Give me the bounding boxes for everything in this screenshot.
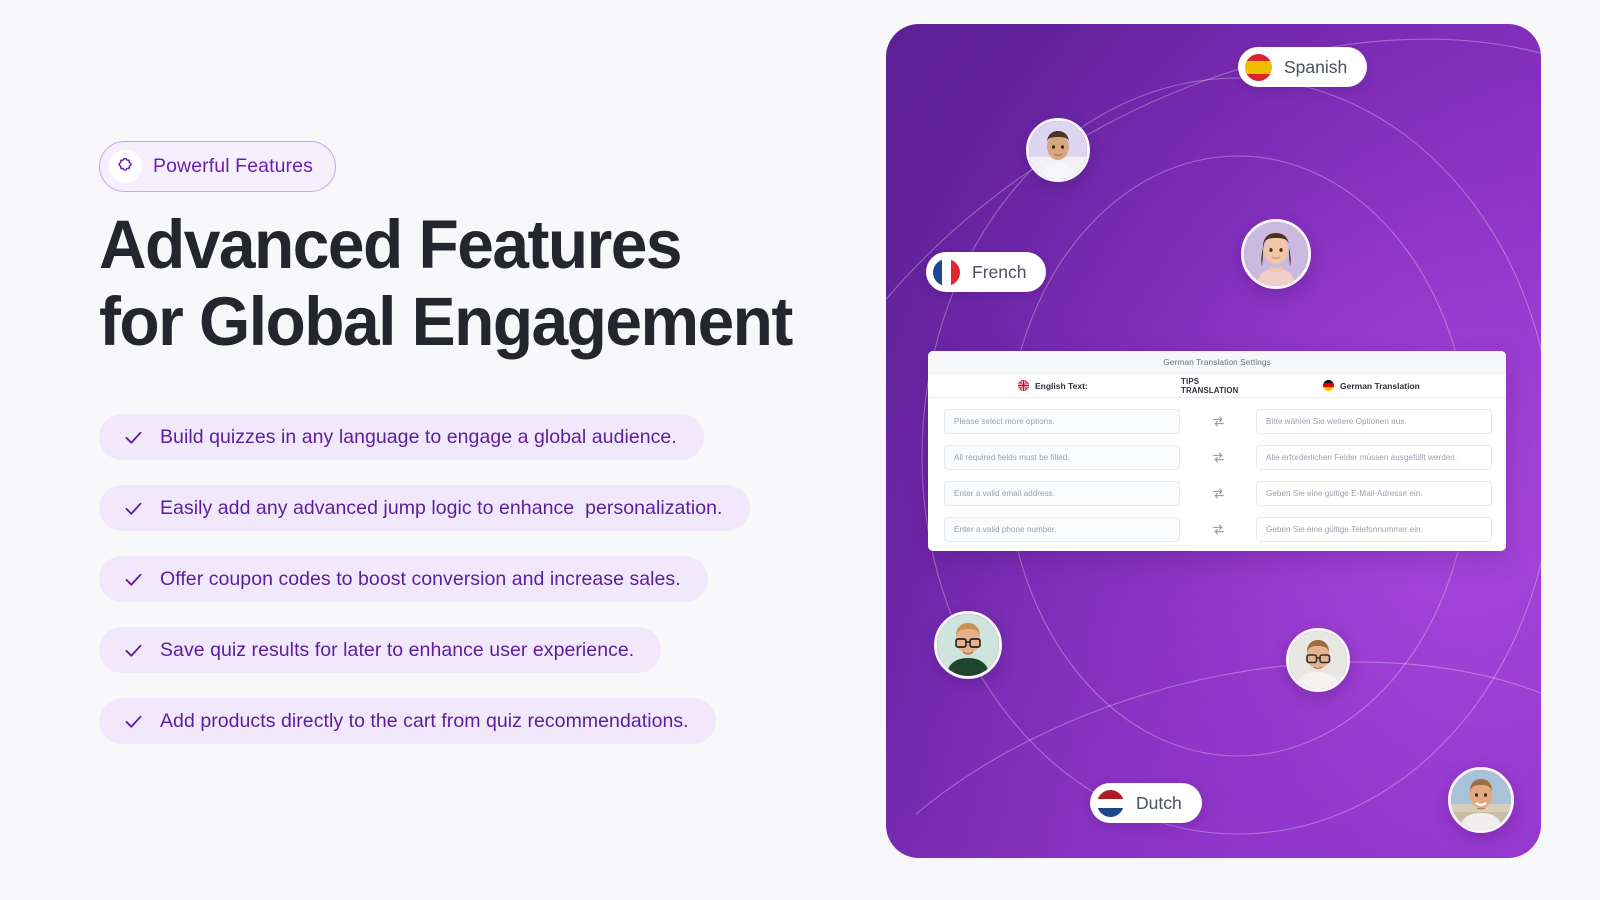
english-text-input[interactable]: Please select more options. — [944, 408, 1180, 434]
avatar-image — [1244, 222, 1308, 286]
powerful-features-badge[interactable]: Powerful Features — [99, 141, 336, 192]
english-text-input[interactable]: Enter a valid email address. — [944, 480, 1180, 506]
avatar-image — [1289, 631, 1347, 689]
flag-spain-icon — [1245, 53, 1272, 81]
flag-netherlands-icon — [1097, 789, 1124, 817]
language-pill-french[interactable]: French — [926, 252, 1047, 292]
language-pill-label: French — [972, 261, 1027, 282]
translation-row: Please select more options. Bitte wählen … — [928, 403, 1506, 439]
avatar-image — [1451, 770, 1511, 830]
feature-text: Add products directly to the cart from q… — [160, 709, 689, 732]
english-text-value: Please select more options. — [954, 416, 1055, 426]
column-header-english: English Text: — [928, 380, 1181, 391]
feature-text: Build quizzes in any language to engage … — [160, 425, 677, 448]
check-icon — [125, 431, 142, 444]
language-pill-label: Dutch — [1136, 792, 1182, 813]
page-root: Powerful Features Advanced Features for … — [0, 0, 1600, 900]
english-text-input[interactable]: All required fields must be filled. — [944, 444, 1180, 470]
translation-row: Enter a valid phone number. Geben Sie ein… — [928, 511, 1506, 547]
german-text-value: Geben Sie eine gültige Telefonnummer ein… — [1266, 524, 1423, 534]
english-text-input[interactable]: Enter a valid phone number. — [944, 516, 1180, 542]
swap-button[interactable] — [1180, 451, 1256, 464]
swap-button[interactable] — [1180, 415, 1256, 428]
translation-rows: Please select more options. Bitte wählen … — [928, 398, 1506, 547]
column-header-german-label: German Translation — [1340, 380, 1420, 391]
german-text-input[interactable]: Bitte wählen Sie weitere Optionen aus. — [1256, 408, 1492, 434]
avatar-person-5[interactable] — [1448, 767, 1514, 833]
content-column: Powerful Features Advanced Features for … — [99, 0, 859, 900]
puzzle-piece-icon — [109, 150, 142, 183]
feature-list-item: Save quiz results for later to enhance u… — [99, 627, 662, 673]
german-text-input[interactable]: Alle erforderlichen Felder müssen ausgef… — [1256, 444, 1492, 470]
flag-france-icon — [933, 258, 960, 286]
avatar-person-2[interactable] — [1241, 219, 1311, 289]
column-header-german: German Translation — [1253, 380, 1506, 391]
check-icon — [125, 502, 142, 515]
avatar-image — [937, 614, 999, 676]
check-icon — [125, 573, 142, 586]
flag-germany-icon — [1323, 380, 1334, 391]
swap-arrows-icon — [1212, 452, 1224, 462]
check-icon — [125, 644, 142, 657]
page-title: Advanced Features for Global Engagement — [99, 206, 844, 360]
language-pill-dutch[interactable]: Dutch — [1090, 783, 1202, 823]
german-text-input[interactable]: Geben Sie eine gültige Telefonnummer ein… — [1256, 516, 1492, 542]
swap-arrows-icon — [1212, 416, 1224, 426]
german-text-value: Geben Sie eine gültige E-Mail-Adresse ei… — [1266, 488, 1423, 498]
language-pill-label: Spanish — [1284, 56, 1348, 77]
illustration-panel: Spanish French Dutch German Translation … — [886, 24, 1541, 858]
swap-button[interactable] — [1180, 523, 1256, 536]
feature-text: Offer coupon codes to boost conversion a… — [160, 567, 681, 590]
translation-row: Enter a valid email address. Geben Sie ei… — [928, 475, 1506, 511]
avatar-image — [1029, 121, 1087, 179]
avatar-person-3[interactable] — [934, 611, 1002, 679]
column-header-tips: TIPS TRANSLATION — [1181, 377, 1253, 395]
german-translation-settings-card: German Translation Settings English Text… — [928, 351, 1506, 551]
headline-line-2: for Global Engagement — [99, 283, 793, 360]
avatar-person-1[interactable] — [1026, 118, 1090, 182]
headline-line-1: Advanced Features — [99, 206, 682, 283]
flag-uk-icon — [1018, 380, 1029, 391]
feature-list-item: Build quizzes in any language to engage … — [99, 414, 704, 460]
feature-text: Save quiz results for later to enhance u… — [160, 638, 635, 661]
feature-list-item: Offer coupon codes to boost conversion a… — [99, 556, 708, 602]
feature-text: Easily add any advanced jump logic to en… — [160, 496, 723, 519]
english-text-value: Enter a valid phone number. — [954, 524, 1057, 534]
avatar-person-4[interactable] — [1286, 628, 1350, 692]
german-text-value: Bitte wählen Sie weitere Optionen aus. — [1266, 416, 1407, 426]
column-header-english-label: English Text: — [1035, 380, 1088, 391]
swap-arrows-icon — [1212, 488, 1224, 498]
german-text-input[interactable]: Geben Sie eine gültige E-Mail-Adresse ei… — [1256, 480, 1492, 506]
english-text-value: Enter a valid email address. — [954, 488, 1056, 498]
german-text-value: Alle erforderlichen Felder müssen ausgef… — [1266, 452, 1458, 462]
card-title: German Translation Settings — [928, 351, 1506, 374]
feature-list-item: Add products directly to the cart from q… — [99, 698, 716, 744]
check-icon — [125, 715, 142, 728]
feature-list: Build quizzes in any language to engage … — [99, 414, 859, 744]
translation-row: All required fields must be filled. Alle … — [928, 439, 1506, 475]
badge-label: Powerful Features — [153, 155, 313, 177]
swap-arrows-icon — [1212, 524, 1224, 534]
english-text-value: All required fields must be filled. — [954, 452, 1070, 462]
language-pill-spanish[interactable]: Spanish — [1238, 47, 1368, 87]
feature-list-item: Easily add any advanced jump logic to en… — [99, 485, 750, 531]
column-header-tips-label: TIPS TRANSLATION — [1181, 376, 1239, 395]
swap-button[interactable] — [1180, 487, 1256, 500]
table-header-row: English Text: TIPS TRANSLATION German Tr… — [928, 374, 1506, 398]
